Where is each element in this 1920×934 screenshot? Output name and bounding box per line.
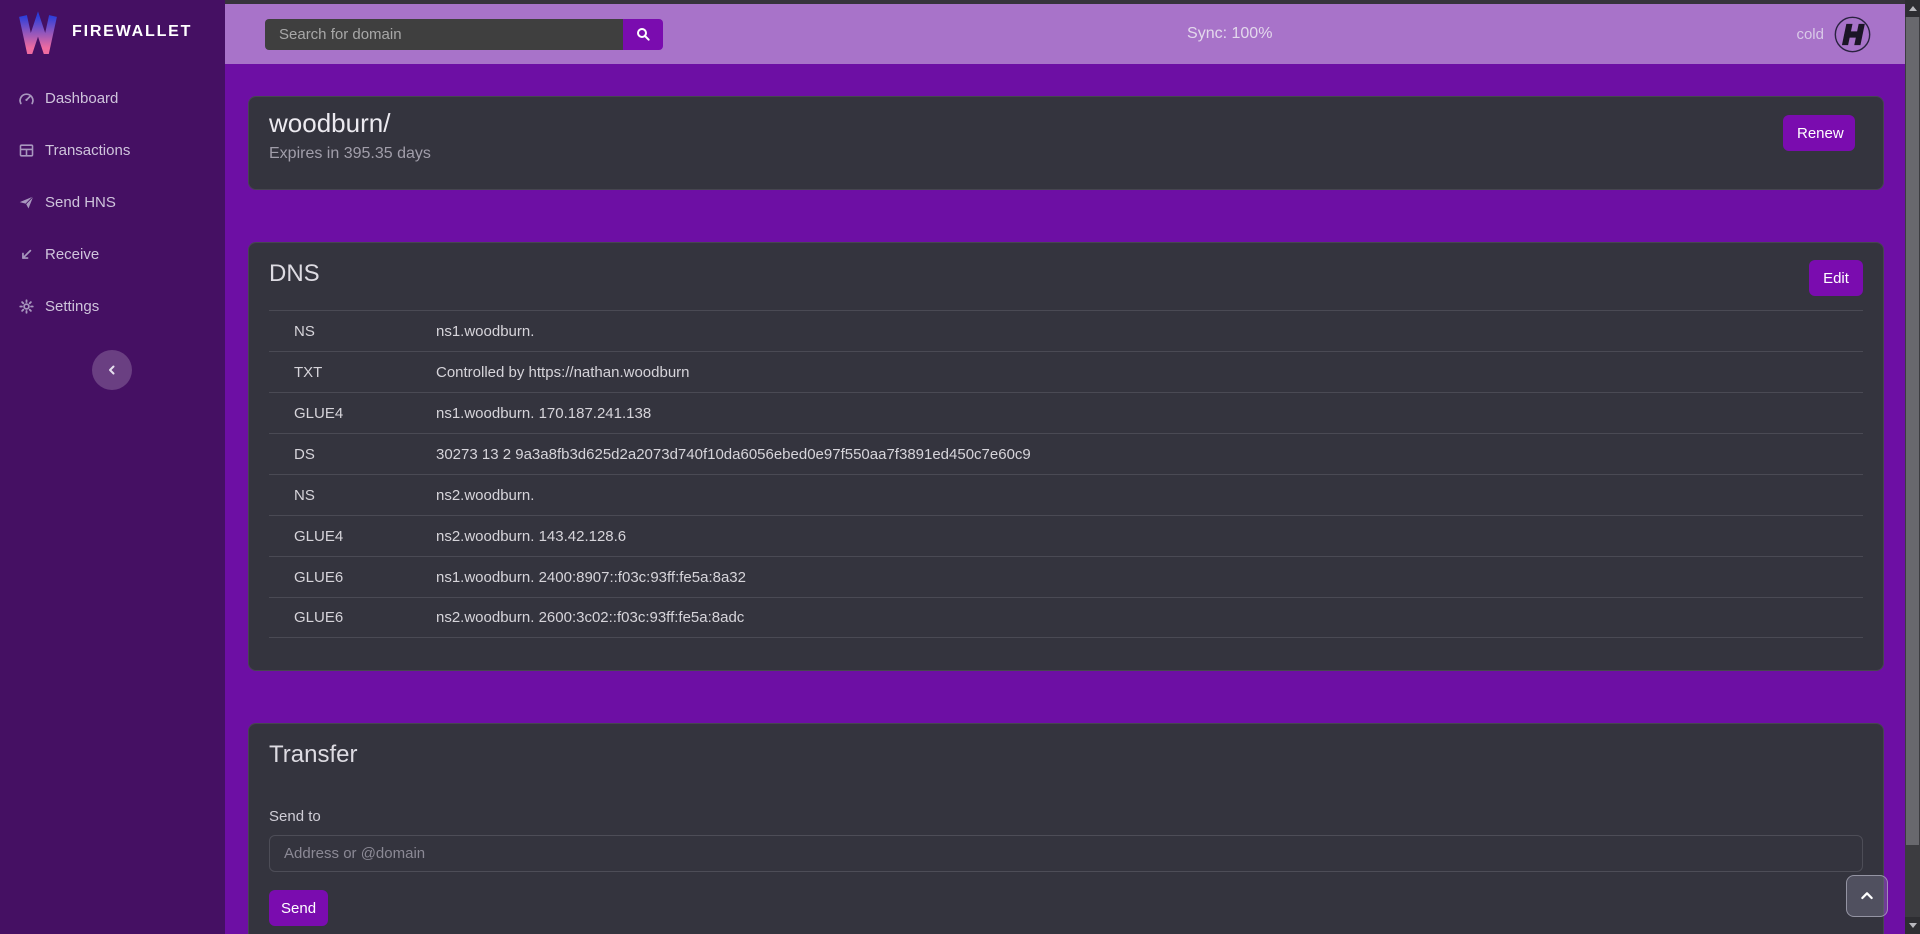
dns-record-value: 30273 13 2 9a3a8fb3d625d2a2073d740f10da6… bbox=[436, 446, 1863, 463]
dns-record-row: NS ns1.woodburn. bbox=[269, 310, 1863, 351]
dns-record-row: TXT Controlled by https://nathan.woodbur… bbox=[269, 351, 1863, 392]
dns-record-type: GLUE4 bbox=[294, 528, 436, 545]
dns-record-row: GLUE6 ns2.woodburn. 2600:3c02::f03c:93ff… bbox=[269, 597, 1863, 638]
search-icon bbox=[635, 26, 651, 42]
sidebar-item-label: Receive bbox=[45, 246, 99, 263]
dns-record-row: GLUE4 ns2.woodburn. 143.42.128.6 bbox=[269, 515, 1863, 556]
scroll-to-top-button[interactable] bbox=[1846, 875, 1888, 917]
gear-icon bbox=[18, 298, 35, 315]
sidebar-collapse-button[interactable] bbox=[92, 350, 132, 390]
paper-plane-icon bbox=[18, 194, 35, 211]
sidebar-item-label: Transactions bbox=[45, 142, 130, 159]
search-input[interactable] bbox=[265, 19, 623, 50]
sidebar-item-settings[interactable]: Settings bbox=[0, 280, 225, 332]
dns-record-type: GLUE6 bbox=[294, 609, 436, 626]
edit-dns-button[interactable]: Edit bbox=[1809, 260, 1863, 296]
scrollbar-down-button[interactable] bbox=[1905, 917, 1920, 934]
domain-expiry: Expires in 395.35 days bbox=[269, 145, 1863, 163]
sidebar-item-label: Dashboard bbox=[45, 90, 118, 107]
dns-record-row: GLUE4 ns1.woodburn. 170.187.241.138 bbox=[269, 392, 1863, 433]
dns-record-value: ns2.woodburn. bbox=[436, 487, 1863, 504]
chevron-up-icon bbox=[1859, 888, 1875, 904]
send-transfer-button[interactable]: Send bbox=[269, 890, 328, 926]
arrow-down-left-icon bbox=[18, 246, 35, 263]
scrollbar-thumb[interactable] bbox=[1906, 17, 1919, 845]
dns-record-type: GLUE4 bbox=[294, 405, 436, 422]
transfer-section-title: Transfer bbox=[269, 740, 1863, 770]
app-title: FIREWALLET bbox=[72, 23, 192, 41]
dns-record-value: ns1.woodburn. 2400:8907::f03c:93ff:fe5a:… bbox=[436, 569, 1863, 586]
search-button[interactable] bbox=[623, 19, 663, 50]
dns-record-type: DS bbox=[294, 446, 436, 463]
wallet-name: cold bbox=[1796, 26, 1824, 43]
sidebar-nav: Dashboard Transactions Send HNS bbox=[0, 72, 225, 332]
table-icon bbox=[18, 142, 35, 159]
main-content: woodburn/ Expires in 395.35 days Renew D… bbox=[225, 64, 1905, 934]
sidebar-item-receive[interactable]: Receive bbox=[0, 228, 225, 280]
scrollbar-up-button[interactable] bbox=[1905, 0, 1920, 17]
scroll-up-arrow-icon bbox=[1909, 6, 1917, 11]
dns-record-type: NS bbox=[294, 323, 436, 340]
dashboard-gauge-icon bbox=[18, 90, 35, 107]
dns-card: DNS Edit NS ns1.woodburn. TXT Controlled… bbox=[248, 242, 1884, 671]
renew-button[interactable]: Renew bbox=[1783, 115, 1855, 151]
dns-record-value: Controlled by https://nathan.woodburn bbox=[436, 364, 1863, 381]
dns-record-row: NS ns2.woodburn. bbox=[269, 474, 1863, 515]
page-scrollbar bbox=[1905, 0, 1920, 934]
transfer-card: Transfer Send to Send bbox=[248, 723, 1884, 934]
dns-record-value: ns1.woodburn. bbox=[436, 323, 1863, 340]
wallet-account: cold bbox=[1796, 16, 1871, 53]
dns-record-type: GLUE6 bbox=[294, 569, 436, 586]
dns-record-value: ns2.woodburn. 143.42.128.6 bbox=[436, 528, 1863, 545]
handshake-logo-avatar[interactable] bbox=[1834, 16, 1871, 53]
send-to-label: Send to bbox=[269, 808, 1863, 826]
dns-section-title: DNS bbox=[269, 259, 1863, 289]
chevron-left-icon bbox=[106, 364, 118, 376]
sidebar-item-dashboard[interactable]: Dashboard bbox=[0, 72, 225, 124]
domain-search bbox=[265, 19, 663, 50]
sidebar-item-label: Settings bbox=[45, 298, 99, 315]
sync-status: Sync: 100% bbox=[1187, 25, 1272, 43]
scroll-down-arrow-icon bbox=[1909, 923, 1917, 928]
dns-record-row: GLUE6 ns1.woodburn. 2400:8907::f03c:93ff… bbox=[269, 556, 1863, 597]
brand: FIREWALLET bbox=[0, 0, 225, 64]
domain-name: woodburn/ bbox=[269, 107, 1863, 139]
transfer-address-input[interactable] bbox=[269, 835, 1863, 872]
topbar: Sync: 100% cold bbox=[225, 4, 1905, 64]
sidebar: FIREWALLET Dashboard Transactions bbox=[0, 0, 225, 934]
dns-record-type: NS bbox=[294, 487, 436, 504]
sidebar-item-transactions[interactable]: Transactions bbox=[0, 124, 225, 176]
sidebar-item-send-hns[interactable]: Send HNS bbox=[0, 176, 225, 228]
dns-record-value: ns1.woodburn. 170.187.241.138 bbox=[436, 405, 1863, 422]
firewallet-logo-icon bbox=[16, 10, 60, 54]
sync-status-wrap: Sync: 100% bbox=[663, 25, 1796, 43]
dns-record-row: DS 30273 13 2 9a3a8fb3d625d2a2073d740f10… bbox=[269, 433, 1863, 474]
dns-records-table: NS ns1.woodburn. TXT Controlled by https… bbox=[269, 310, 1863, 638]
dns-record-type: TXT bbox=[294, 364, 436, 381]
domain-summary-card: woodburn/ Expires in 395.35 days Renew bbox=[248, 96, 1884, 190]
dns-record-value: ns2.woodburn. 2600:3c02::f03c:93ff:fe5a:… bbox=[436, 609, 1863, 626]
sidebar-item-label: Send HNS bbox=[45, 194, 116, 211]
